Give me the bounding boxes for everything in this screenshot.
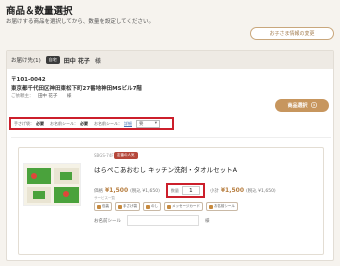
- sticker-icon: [208, 204, 213, 209]
- gift-icon: [97, 204, 101, 209]
- postal-code: 〒101-0042: [11, 77, 46, 83]
- price-tax: (税込 ¥1,650): [130, 188, 160, 194]
- divider: [11, 137, 331, 138]
- product-name: はらぺこあおむし キッチン洗剤・タオルセットA: [94, 166, 238, 174]
- bag-label: 手さげ袋：: [14, 120, 34, 126]
- sender-honorific: 様: [66, 94, 72, 99]
- card-icon: [167, 204, 171, 209]
- quantity-label: 数量: [170, 187, 179, 193]
- select-product-label: 商品選択: [287, 103, 308, 109]
- recipient-name: 田中 花子: [63, 57, 90, 65]
- sticker-label: お名前シール：: [50, 120, 78, 126]
- quantity-box: 数量 1: [165, 183, 205, 198]
- service-chip-label: 包装: [102, 204, 109, 208]
- page-title: 商品＆数量選択: [6, 6, 73, 17]
- wrapping-select[interactable]: 要 ▾: [136, 119, 160, 128]
- service-chip[interactable]: お名前シール: [205, 202, 238, 211]
- page-subtitle: お届けする商品を選択してから、数量を設定してください。: [6, 19, 155, 25]
- name-sticker-row: お名前シール 様: [94, 215, 210, 226]
- product-sku: SBGS-74F: [94, 153, 114, 158]
- bag-icon: [118, 204, 122, 209]
- recipient-header-label: お届け先(1): [11, 58, 41, 64]
- service-chip-label: お名前シール: [213, 204, 235, 208]
- wrapping-select-value: 要: [139, 121, 144, 127]
- sticker2-label: お名前シール：: [94, 120, 122, 126]
- home-badge: 自宅: [45, 56, 60, 64]
- service-chip[interactable]: 包装: [94, 202, 112, 211]
- service-chip-label: 手さげ袋: [123, 204, 137, 208]
- quantity-input[interactable]: 1: [181, 186, 200, 195]
- service-chip-label: のし: [151, 204, 158, 208]
- sender-label: ご依頼主：: [11, 94, 34, 99]
- price-row: 価格 ¥1,500 (税込 ¥1,650) 数量 1 小計 ¥1,500 (税込…: [94, 183, 276, 198]
- bag-value: 必要: [36, 120, 44, 126]
- recipient-honorific: 様: [94, 57, 101, 65]
- service-chip[interactable]: のし: [143, 202, 161, 211]
- price-label: 価格: [94, 188, 103, 194]
- recipient-header: お届け先(1) 自宅 田中 花子 様: [7, 51, 333, 69]
- select-product-button[interactable]: 商品選択: [275, 99, 329, 112]
- name-sticker-label: お名前シール: [94, 218, 121, 224]
- sender: ご依頼主： 田中 花子 様: [11, 93, 71, 99]
- chevron-down-icon: ▾: [154, 121, 157, 126]
- address: 東京都千代田区神田東松下町27番地神田MSビル7階: [11, 86, 142, 92]
- service-chip[interactable]: 手さげ袋: [115, 202, 140, 211]
- subtotal-value: ¥1,500: [220, 187, 244, 194]
- recipient-card: お届け先(1) 自宅 田中 花子 様 〒101-0042 東京都千代田区神田東松…: [6, 50, 334, 261]
- change-kids-button[interactable]: お子さま情報の変更: [250, 27, 334, 40]
- popular-tag: 定番の人気: [114, 152, 138, 159]
- service-chip[interactable]: メッセージカード: [164, 202, 203, 211]
- services-list: 包装 手さげ袋 のし メッセージカード お名前シール: [94, 202, 238, 211]
- services-label: サービス一覧: [94, 196, 115, 200]
- wrapping-options-row: 手さげ袋： 必要 お名前シール： 必要 お名前シール： 詳細 要 ▾: [9, 117, 174, 130]
- subtotal-tax: (税込 ¥1,650): [246, 188, 276, 194]
- product-card: SBGS-74F 定番の人気 はらぺこあおむし キッチン洗剤・タオルセットA 価…: [18, 147, 324, 255]
- product-image: [23, 163, 81, 206]
- noshi-icon: [146, 204, 150, 209]
- detail-link[interactable]: 詳細: [124, 121, 132, 127]
- service-chip-label: メッセージカード: [172, 204, 200, 208]
- price-value: ¥1,500: [105, 187, 129, 194]
- subtotal-label: 小計: [209, 188, 219, 194]
- arrow-right-icon: [310, 101, 317, 110]
- sticker-value: 必要: [80, 120, 88, 126]
- name-sticker-input[interactable]: [127, 215, 199, 226]
- name-sticker-honorific: 様: [205, 218, 210, 224]
- sender-name: 田中 花子: [37, 94, 58, 99]
